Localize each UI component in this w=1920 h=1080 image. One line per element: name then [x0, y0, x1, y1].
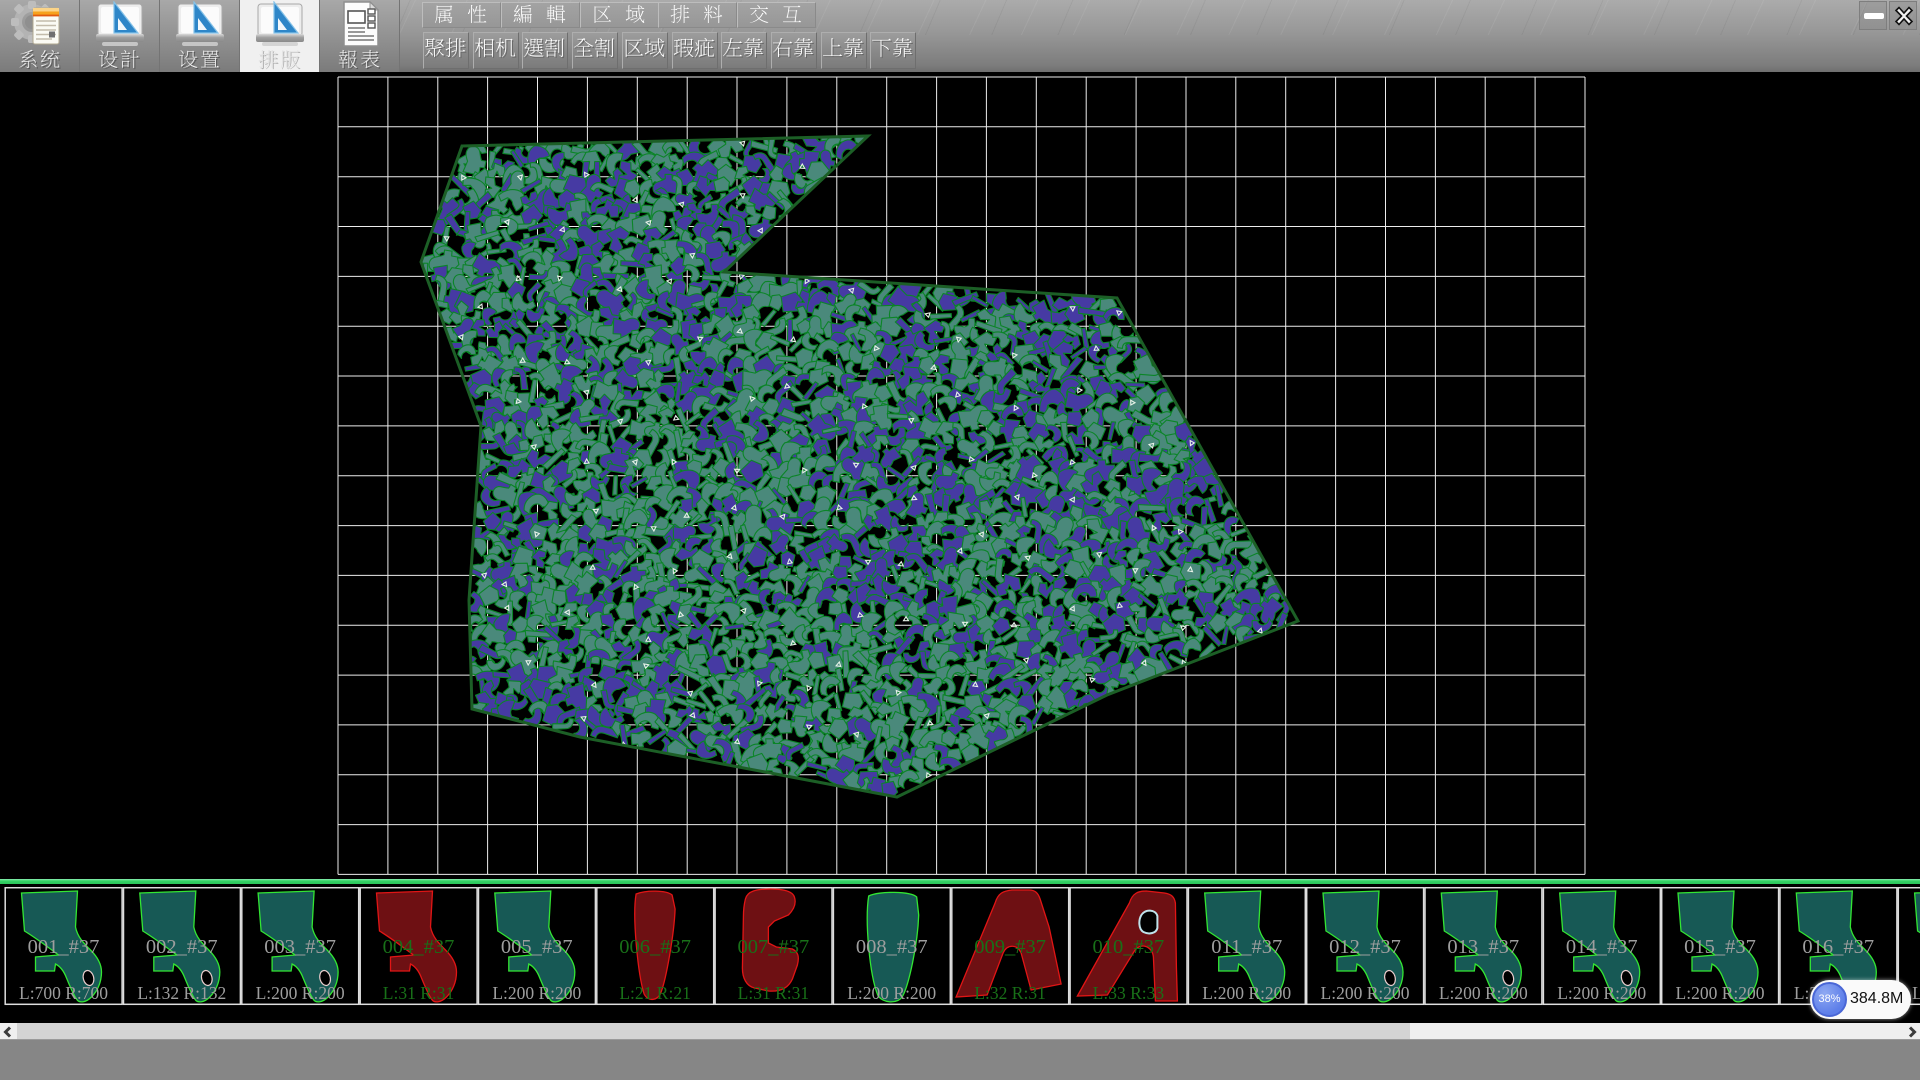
svg-text:006_#37: 006_#37	[619, 936, 691, 958]
svg-text:007_#37: 007_#37	[738, 936, 810, 958]
svg-text:L:21 R:21: L:21 R:21	[619, 983, 690, 1003]
svg-text:L:132 R:132: L:132 R:132	[137, 983, 226, 1003]
svg-text:L:200 R:200: L:200 R:200	[1912, 983, 1920, 1003]
svg-text:013_#37: 013_#37	[1447, 936, 1519, 958]
svg-text:012_#37: 012_#37	[1329, 936, 1401, 958]
svg-text:L:200 R:200: L:200 R:200	[256, 983, 345, 1003]
svg-text:010_#37: 010_#37	[1093, 936, 1165, 958]
svg-text:009_#37: 009_#37	[974, 936, 1046, 958]
svg-text:L:33 R:33: L:33 R:33	[1093, 983, 1165, 1003]
svg-text:L:31 R:31: L:31 R:31	[383, 983, 454, 1003]
svg-text:L:700 R:700: L:700 R:700	[19, 983, 108, 1003]
svg-text:L:32 R:31: L:32 R:31	[974, 983, 1045, 1003]
svg-text:002_#37: 002_#37	[146, 936, 218, 958]
svg-text:008_#37: 008_#37	[856, 936, 928, 958]
svg-text:L:200 R:200: L:200 R:200	[1321, 983, 1410, 1003]
svg-text:014_#37: 014_#37	[1566, 936, 1638, 958]
svg-text:011_#37: 011_#37	[1211, 936, 1282, 958]
svg-text:L:200 R:200: L:200 R:200	[1202, 983, 1291, 1003]
svg-text:001_#37: 001_#37	[28, 936, 100, 958]
svg-text:L:200 R:200: L:200 R:200	[1557, 983, 1646, 1003]
svg-text:016_#37: 016_#37	[1802, 936, 1874, 958]
svg-text:015_#37: 015_#37	[1684, 936, 1756, 958]
svg-text:L:200 R:200: L:200 R:200	[492, 983, 581, 1003]
svg-text:L:200 R:200: L:200 R:200	[1676, 983, 1765, 1003]
svg-text:003_#37: 003_#37	[264, 936, 336, 958]
svg-text:L:200 R:200: L:200 R:200	[847, 983, 936, 1003]
svg-text:L:200 R:200: L:200 R:200	[1439, 983, 1528, 1003]
svg-text:005_#37: 005_#37	[501, 936, 573, 958]
svg-text:004_#37: 004_#37	[383, 936, 455, 958]
svg-text:L:31 R:31: L:31 R:31	[738, 983, 809, 1003]
